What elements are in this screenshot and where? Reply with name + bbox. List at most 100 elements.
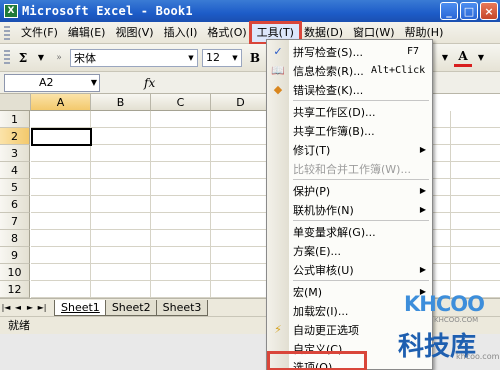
menu-item-label: 拼写检查(S)... [293,45,364,59]
error-check-icon: ◆ [273,82,283,96]
font-color-dropdown-icon[interactable]: ▼ [472,48,490,68]
font-name-value: 宋体 [74,51,96,65]
menu-item-share-workbook[interactable]: 共享工作簿(B)... [267,121,432,140]
menu-item-label: 修订(T) [293,143,331,157]
menu-edit[interactable]: 编辑(E) [63,24,111,42]
bold-button[interactable]: B [246,48,264,68]
menu-item-shortcut: F7 [407,46,420,57]
font-name-dropdown-icon[interactable]: ▼ [186,51,196,65]
row-header-9[interactable]: 9 [0,247,30,264]
autosum-button[interactable]: Σ [14,48,32,68]
menu-item-compare-merge: 比较和合并工作簿(W)... [267,159,432,178]
font-name-select[interactable]: 宋体 ▼ [70,48,198,67]
font-size-dropdown-icon[interactable]: ▼ [230,51,240,65]
sheet-tab-sheet1[interactable]: Sheet1 [54,299,107,316]
font-color-button[interactable]: A [454,49,472,67]
prev-sheet-icon[interactable]: ◄ [12,303,24,312]
column-header-b[interactable]: B [91,94,151,111]
menu-item-label: 共享工作区(D)... [293,105,376,119]
font-size-value: 12 [206,51,220,64]
maximize-button[interactable]: □ [460,2,478,20]
watermark-subtext: KHCOO.COM [434,316,479,324]
sheet-tab-sheet2[interactable]: Sheet2 [104,299,158,316]
watermark-brand: KHCOO [404,292,485,316]
name-box-dropdown-icon[interactable]: ▼ [91,78,97,87]
menu-separator [293,280,429,281]
menu-item-label: 共享工作簿(B)... [293,124,375,138]
row-header-12[interactable]: 12 [0,281,30,298]
window-controls: _ □ × [440,2,498,20]
row-header-6[interactable]: 6 [0,196,30,213]
row-header-5[interactable]: 5 [0,179,30,196]
menu-item-label: 信息检索(R)... [293,64,364,78]
font-size-select[interactable]: 12 ▼ [202,48,242,67]
toolbar-grip-icon[interactable] [4,49,10,66]
next-sheet-icon[interactable]: ► [24,303,36,312]
menu-item-protection[interactable]: 保护(P) ▶ [267,181,432,200]
menu-item-label: 单变量求解(G)... [293,225,376,239]
menu-item-label: 联机协作(N) [293,203,354,217]
menu-item-label: 加载宏(I)... [293,304,349,318]
menu-item-label: 保护(P) [293,184,331,198]
options-highlight-frame [267,351,367,370]
row-header-4[interactable]: 4 [0,162,30,179]
spellcheck-icon: ✓ [273,44,283,58]
column-header-d[interactable]: D [211,94,271,111]
menu-item-online-collaboration[interactable]: 联机协作(N) ▶ [267,200,432,219]
submenu-arrow-icon: ▶ [419,145,426,154]
watermark-logo: KHCOO KHCOO.COM 科技库 khcoo.com [398,292,500,364]
close-button[interactable]: × [480,2,498,20]
menu-item-label: 公式审核(U) [293,263,354,277]
submenu-arrow-icon: ▶ [419,265,426,274]
row-header-3[interactable]: 3 [0,145,30,162]
select-all-corner[interactable] [0,94,31,111]
menu-separator [293,220,429,221]
menu-format[interactable]: 格式(O) [202,24,251,42]
menu-separator [293,179,429,180]
row-header-8[interactable]: 8 [0,230,30,247]
menu-separator [293,100,429,101]
row-header-10[interactable]: 10 [0,264,30,281]
menu-item-label: 自动更正选项 [293,323,359,337]
insert-function-icon[interactable]: fx [144,76,155,90]
autosum-dropdown-icon[interactable]: ▼ [32,48,50,68]
research-icon: 📖 [271,63,285,77]
row-header-1[interactable]: 1 [0,111,30,128]
menu-item-error-check[interactable]: ◆ 错误检查(K)... [267,80,432,99]
row-header-2[interactable]: 2 [0,128,30,145]
watermark-url: khcoo.com [456,352,500,361]
title-bar: X Microsoft Excel - Book1 _ □ × [0,0,500,22]
menu-item-label: 方案(E)... [293,244,342,258]
column-header-c[interactable]: C [151,94,211,111]
name-box[interactable]: A2 ▼ [4,73,100,92]
row-header-7[interactable]: 7 [0,213,30,230]
menu-item-scenarios[interactable]: 方案(E)... [267,241,432,260]
menu-file[interactable]: 文件(F) [16,24,63,42]
status-text: 就绪 [8,319,30,332]
menu-item-spellcheck[interactable]: ✓ 拼写检查(S)... F7 [267,42,432,61]
toolbar-options-icon[interactable]: » [50,48,68,68]
submenu-arrow-icon: ▶ [419,205,426,214]
fill-color-dropdown-icon[interactable]: ▼ [436,48,454,68]
column-header-a[interactable]: A [31,94,91,111]
menu-item-label: 错误检查(K)... [293,83,364,97]
menubar-grip-icon[interactable] [4,25,10,40]
menu-item-formula-auditing[interactable]: 公式审核(U) ▶ [267,260,432,279]
menu-insert[interactable]: 插入(I) [159,24,203,42]
sheet-tab-sheet3[interactable]: Sheet3 [155,299,209,316]
submenu-arrow-icon: ▶ [419,186,426,195]
menu-item-label: 比较和合并工作簿(W)... [293,162,411,176]
last-sheet-icon[interactable]: ►| [36,303,48,312]
menu-view[interactable]: 视图(V) [110,24,158,42]
minimize-button[interactable]: _ [440,2,458,20]
menu-item-goal-seek[interactable]: 单变量求解(G)... [267,222,432,241]
window-title: Microsoft Excel - Book1 [22,4,193,18]
menu-item-shortcut: Alt+Click [371,65,426,76]
excel-app-icon[interactable]: X [4,4,18,18]
menu-item-track-changes[interactable]: 修订(T) ▶ [267,140,432,159]
menu-item-research[interactable]: 📖 信息检索(R)... Alt+Click [267,61,432,80]
autocorrect-icon: ⚡ [274,322,282,336]
menu-item-shared-workspace[interactable]: 共享工作区(D)... [267,102,432,121]
active-cell-a2[interactable] [31,128,92,146]
first-sheet-icon[interactable]: |◄ [0,303,12,312]
